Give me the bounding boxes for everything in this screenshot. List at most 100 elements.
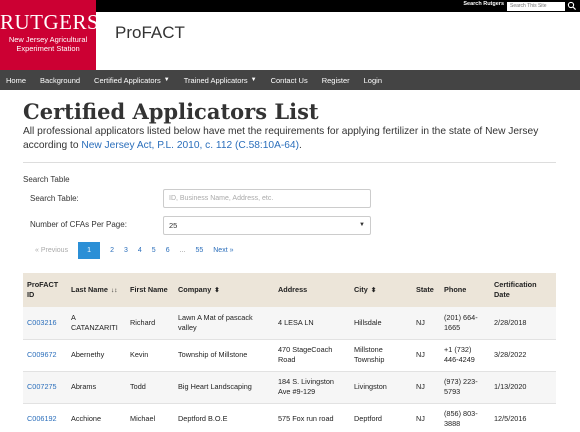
cell-city: Livingston [350, 371, 412, 404]
nav-home-label: Home [6, 75, 27, 85]
logo-subtitle-line2: Experiment Station [16, 43, 80, 53]
main-navbar: Home Background Certified Applicators ▼ T… [0, 70, 580, 90]
profact-id-link[interactable]: C006192 [27, 414, 57, 423]
col-header-last-name[interactable]: Last Name ↓↕ [67, 273, 126, 307]
per-page-select[interactable]: 25 ▼ [163, 216, 371, 235]
nav-contact-us[interactable]: Contact Us [271, 76, 308, 85]
cell-last-name: Abernethy [67, 339, 126, 372]
col-header-id: ProFACT ID [23, 273, 67, 307]
nav-trained-applicators-label: Trained Applicators [183, 75, 248, 85]
nav-trained-applicators[interactable]: Trained Applicators ▼ [184, 76, 257, 85]
nav-register-label: Register [321, 75, 350, 85]
per-page-label: Number of CFAs Per Page: [30, 220, 127, 229]
cell-certification-date: 3/28/2022 [490, 339, 556, 372]
cell-city: Hillsdale [350, 307, 412, 340]
nav-background[interactable]: Background [40, 76, 80, 85]
pagination-next[interactable]: Next » [208, 242, 238, 259]
cell-phone: (201) 664-1665 [440, 307, 490, 340]
cell-id: C007275 [23, 371, 67, 404]
cell-company: Deptford B.O.E [174, 403, 274, 432]
table-row: C007275 Abrams Todd Big Heart Landscaping 18… [23, 371, 556, 404]
nav-register[interactable]: Register [322, 76, 350, 85]
cell-id: C006192 [23, 403, 67, 432]
search-section-label: Search Table [23, 175, 70, 184]
cell-state: NJ [412, 371, 440, 404]
cell-last-name: A CATANZARITI [67, 307, 126, 340]
pagination: « Previous 1 2 3 4 5 6 ... 55 Next » [30, 242, 238, 259]
app-title: ProFACT [115, 23, 185, 42]
page-title: Certified Applicators List [23, 99, 319, 124]
nav-home[interactable]: Home [6, 76, 26, 85]
sort-alpha-icon: ↓↕ [110, 286, 118, 294]
cell-city: Millstone Township [350, 339, 412, 372]
table-header-row: ProFACT ID Last Name ↓↕ First Name Compa… [23, 273, 556, 307]
sort-icon: ⬍ [214, 286, 220, 294]
nav-certified-applicators[interactable]: Certified Applicators ▼ [94, 76, 170, 85]
cell-state: NJ [412, 307, 440, 340]
col-header-certification-date: Certification Date [490, 273, 556, 307]
cell-certification-date: 2/28/2018 [490, 307, 556, 340]
cell-state: NJ [412, 403, 440, 432]
col-header-last-name-label: Last Name [71, 284, 108, 294]
caret-down-icon: ▼ [250, 77, 257, 83]
cell-address: 4 LESA LN [274, 307, 350, 340]
pagination-page-1[interactable]: 1 [78, 242, 101, 259]
logo-subtitle: New Jersey Agricultural Experiment Stati… [0, 35, 96, 53]
table-row: C003216 A CATANZARITI Richard Lawn A Mat of… [23, 307, 556, 340]
cell-address: 184 S. Livingston Ave #9-129 [274, 371, 350, 404]
nav-certified-applicators-label: Certified Applicators [94, 75, 161, 85]
search-rutgers-link[interactable]: Search Rutgers [463, 1, 504, 7]
pagination-page-4[interactable]: 4 [133, 242, 147, 259]
pagination-page-2[interactable]: 2 [105, 242, 119, 259]
cell-company: Lawn A Mat of pascack valley [174, 307, 274, 340]
profact-id-link[interactable]: C007275 [27, 382, 57, 391]
nav-login[interactable]: Login [364, 76, 382, 85]
cell-id: C009672 [23, 339, 67, 372]
col-header-city[interactable]: City ⬍ [350, 273, 412, 307]
site-search-input[interactable] [507, 1, 565, 11]
pagination-ellipsis: ... [179, 247, 186, 254]
pagination-previous[interactable]: « Previous [30, 242, 73, 259]
caret-down-icon: ▼ [163, 77, 170, 83]
profact-id-link[interactable]: C003216 [27, 318, 57, 327]
nav-login-label: Login [363, 75, 382, 85]
cell-company: Township of Millstone [174, 339, 274, 372]
cell-address: 470 StageCoach Road [274, 339, 350, 372]
rutgers-logo[interactable]: RUTGERS New Jersey Agricultural Experime… [0, 0, 99, 70]
per-page-value: 25 [169, 221, 178, 230]
intro-end: . [298, 140, 302, 151]
search-table-input[interactable]: ID, Business Name, Address, etc. [163, 189, 371, 208]
cell-id: C003216 [23, 307, 67, 340]
search-field-label: Search Table: [30, 194, 79, 203]
cell-address: 575 Fox run road [274, 403, 350, 432]
cell-certification-date: 12/5/2016 [490, 403, 556, 432]
pagination-page-6[interactable]: 6 [161, 242, 175, 259]
pagination-page-55[interactable]: 55 [190, 242, 208, 259]
profact-id-link[interactable]: C009672 [27, 350, 57, 359]
nav-contact-us-label: Contact Us [270, 75, 308, 85]
divider [23, 162, 556, 163]
sort-icon: ⬍ [370, 286, 377, 294]
applicators-table: ProFACT ID Last Name ↓↕ First Name Compa… [23, 273, 556, 432]
intro-text: All professional applicators listed belo… [23, 125, 563, 153]
nav-background-label: Background [40, 75, 81, 85]
cell-company: Big Heart Landscaping [174, 371, 274, 404]
pagination-page-5[interactable]: 5 [147, 242, 161, 259]
col-header-phone: Phone [440, 273, 490, 307]
col-header-company[interactable]: Company ⬍ [174, 273, 274, 307]
cell-first-name: Richard [126, 307, 174, 340]
pagination-page-3[interactable]: 3 [119, 242, 133, 259]
search-icon[interactable] [567, 1, 577, 11]
nj-act-link[interactable]: New Jersey Act, P.L. 2010, c. 112 (C.58:… [81, 140, 299, 151]
col-header-city-label: City [354, 284, 368, 294]
cell-city: Deptford [350, 403, 412, 432]
cell-first-name: Todd [126, 371, 174, 404]
cell-state: NJ [412, 339, 440, 372]
table-row: C006192 Acchione Michael Deptford B.O.E 575 … [23, 403, 556, 432]
cell-last-name: Abrams [67, 371, 126, 404]
col-header-address: Address [274, 273, 350, 307]
col-header-state: State [412, 273, 440, 307]
col-header-first-name: First Name [126, 273, 174, 307]
cell-certification-date: 1/13/2020 [490, 371, 556, 404]
cell-phone: +1 (732) 446-4249 [440, 339, 490, 372]
